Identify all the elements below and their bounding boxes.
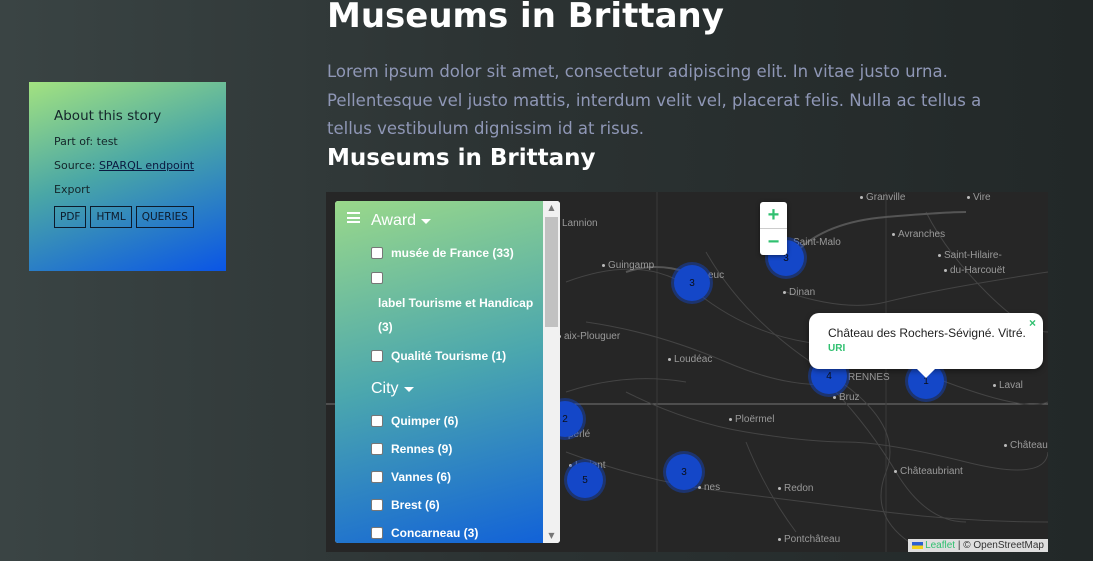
facet-option[interactable]: Brest (6) (371, 498, 440, 512)
zoom-out-button[interactable]: − (760, 228, 787, 255)
facet-option[interactable]: Concarneau (3) (371, 526, 478, 540)
checkbox[interactable] (371, 499, 383, 511)
facet-option-count: (3) (378, 320, 393, 334)
facets-content: Award musée de France (33) label Tourism… (335, 201, 543, 543)
facet-option[interactable]: musée de France (33) (371, 246, 514, 260)
scroll-up-icon[interactable]: ▲ (543, 201, 560, 215)
place-label: du-Harcouët (944, 265, 1005, 276)
place-label: Redon (778, 483, 813, 494)
place-label: Saint-Hilaire- (938, 250, 1002, 261)
scrollbar-thumb[interactable] (545, 217, 558, 327)
place-label: Pontchâteau (778, 534, 840, 545)
zoom-control: + − (760, 202, 787, 255)
facet-award-label: Award (371, 212, 417, 229)
place-label: Guingamp (602, 260, 654, 271)
leaflet-link[interactable]: Leaflet (925, 540, 955, 551)
facets-panel: Award musée de France (33) label Tourism… (335, 201, 560, 543)
popup-uri-link[interactable]: URI (828, 343, 845, 354)
place-label: Lannion (556, 218, 598, 229)
marker-popup: Château des Rochers-Sévigné. Vitré. URI … (809, 313, 1043, 378)
facet-option-label: Qualité Tourisme (1) (391, 349, 507, 363)
map-view[interactable]: Granville Vire Avranches Saint-Hilaire- … (326, 192, 1048, 552)
facet-option-label: Rennes (9) (391, 442, 453, 456)
facet-city-label: City (371, 380, 399, 397)
facet-option-label: label Tourisme et Handicap (378, 296, 534, 310)
ukraine-flag-icon (912, 541, 924, 549)
checkbox[interactable] (371, 471, 383, 483)
scroll-down-icon[interactable]: ▼ (543, 529, 560, 543)
section-title: Museums in Brittany (327, 145, 596, 171)
facet-option[interactable]: Rennes (9) (371, 442, 452, 456)
place-label: Loudéac (668, 354, 712, 365)
place-label: Vire (967, 192, 991, 203)
export-label: Export (54, 183, 91, 196)
attribution-text: | © OpenStreetMap (955, 540, 1044, 551)
place-label: Laval (993, 380, 1023, 391)
place-label: aix-Plouguer (558, 331, 620, 342)
place-label: Château- (1004, 440, 1048, 451)
place-label: Granville (860, 192, 905, 203)
export-pdf-button[interactable]: PDF (54, 206, 87, 228)
checkbox[interactable] (371, 247, 383, 259)
export-queries-button[interactable]: QUERIES (135, 206, 194, 228)
part-of-text: Part of: test (54, 135, 118, 148)
facet-option-label: musée de France (33) (391, 246, 514, 260)
checkbox[interactable] (371, 527, 383, 539)
checkbox[interactable] (371, 415, 383, 427)
place-label: Dinan (783, 287, 815, 298)
place-label: RENNES (842, 372, 890, 383)
facet-option[interactable]: Quimper (6) (371, 414, 458, 428)
map-cluster-marker[interactable]: 3 (666, 454, 702, 490)
popup-text: Château des Rochers-Sévigné. Vitré. (828, 326, 1026, 340)
facet-option[interactable]: Vannes (6) (371, 470, 451, 484)
facet-option[interactable] (371, 272, 391, 284)
map-cluster-marker[interactable]: 5 (567, 462, 603, 498)
facet-option-label: Concarneau (3) (391, 526, 479, 540)
popup-close-button[interactable]: × (1029, 316, 1036, 330)
facets-scrollbar[interactable]: ▲ ▼ (543, 201, 560, 543)
caret-down-icon (403, 386, 414, 392)
facet-city-toggle[interactable]: City (371, 380, 414, 398)
map-cluster-marker[interactable]: 3 (674, 265, 710, 301)
checkbox[interactable] (371, 350, 383, 362)
menu-icon[interactable] (347, 212, 360, 223)
intro-paragraph: Lorem ipsum dolor sit amet, consectetur … (327, 62, 982, 138)
page-title: Museums in Brittany (327, 0, 724, 36)
about-story-heading: About this story (54, 108, 162, 124)
place-label: Bruz (833, 392, 860, 403)
place-label: Avranches (892, 229, 945, 240)
zoom-in-button[interactable]: + (760, 202, 787, 228)
source-line: Source: SPARQL endpoint (54, 159, 226, 172)
place-label: Ploërmel (729, 414, 774, 425)
export-buttons: PDF HTML QUERIES (54, 206, 226, 228)
map-attribution: Leaflet | © OpenStreetMap (908, 539, 1048, 552)
facet-option-label: Vannes (6) (391, 470, 452, 484)
sparql-endpoint-link[interactable]: SPARQL endpoint (99, 159, 194, 172)
place-label: Châteaubriant (894, 466, 963, 477)
checkbox[interactable] (371, 443, 383, 455)
facet-option[interactable]: Qualité Tourisme (1) (371, 349, 506, 363)
export-html-button[interactable]: HTML (90, 206, 132, 228)
facet-award-toggle[interactable]: Award (371, 212, 432, 230)
facet-option-label: Quimper (6) (391, 414, 459, 428)
facet-option-label: Brest (6) (391, 498, 440, 512)
caret-down-icon (421, 218, 432, 224)
source-prefix: Source: (54, 159, 99, 172)
checkbox[interactable] (371, 272, 383, 284)
place-label: nes (698, 482, 720, 493)
about-story-card: About this story Part of: test Source: S… (29, 82, 226, 271)
